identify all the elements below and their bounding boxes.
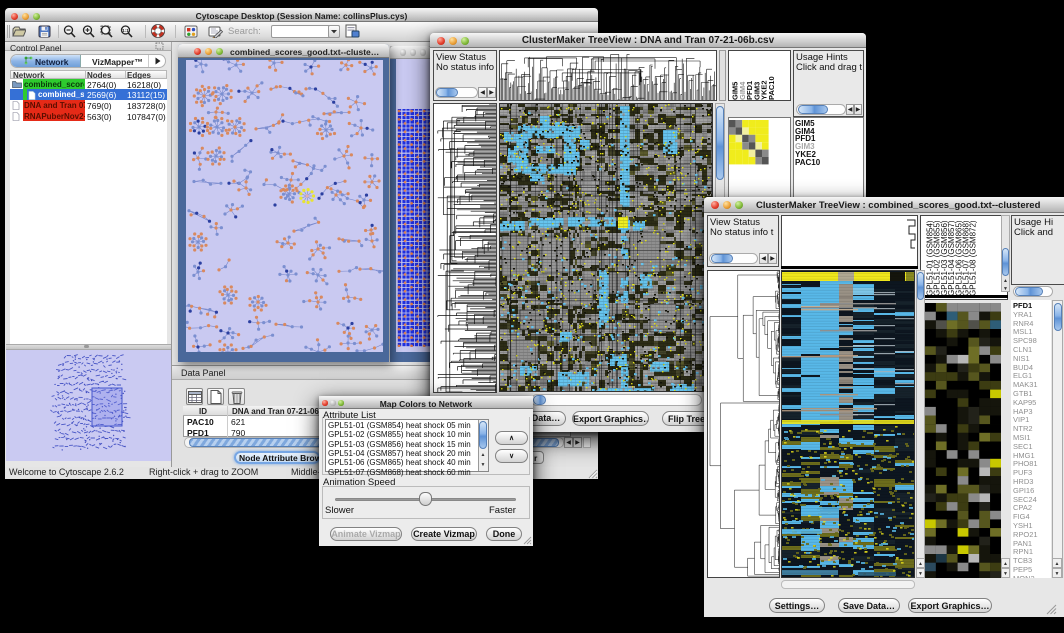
svg-text:1:1: 1:1 (122, 28, 129, 33)
svg-text:PAC10: PAC10 (767, 76, 776, 100)
svg-text:GPL51-08 (GSM872): GPL51-08 (GSM872) (969, 220, 978, 296)
